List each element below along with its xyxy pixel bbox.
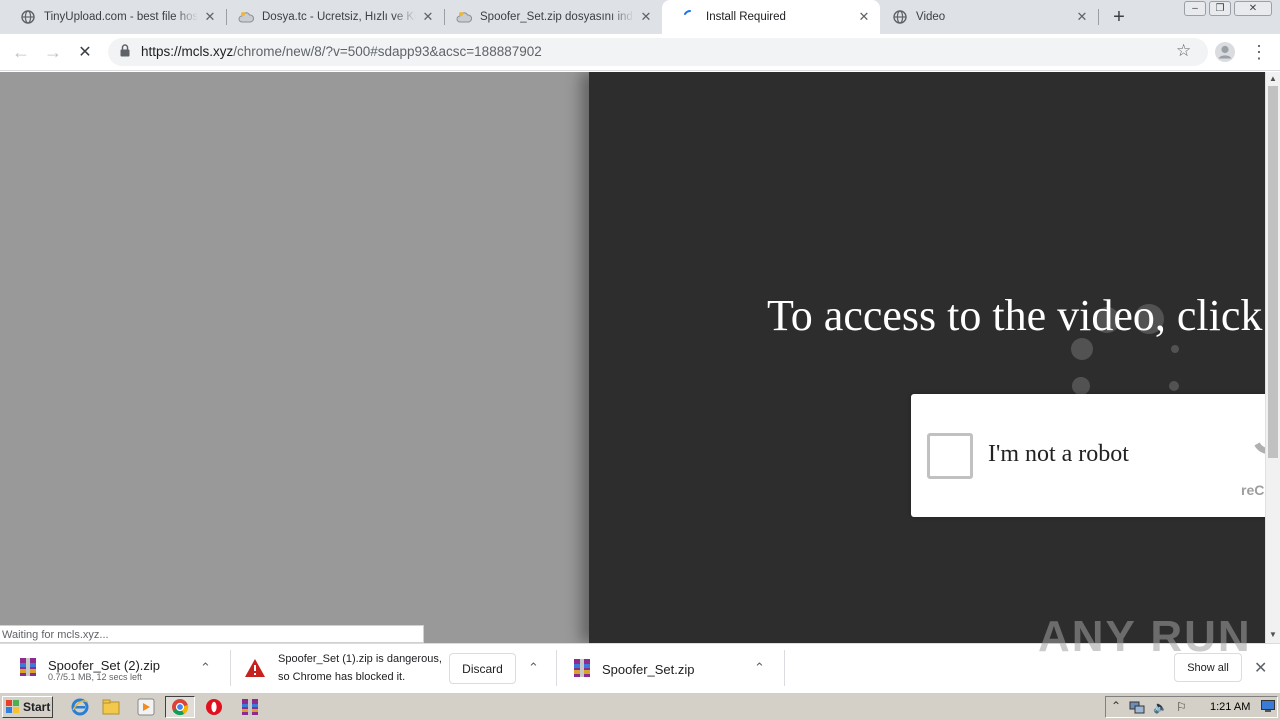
- tab-close-icon[interactable]: ✕: [1074, 9, 1090, 25]
- url-host: https://mcls.xyz: [141, 44, 234, 59]
- cloud-icon: [238, 9, 254, 25]
- download-warning-line1: Spoofer_Set (1).zip is dangerous,: [278, 653, 442, 665]
- tab-tinyupload[interactable]: TinyUpload.com - best file hosting ✕: [0, 0, 226, 34]
- captcha-brand-text: reCAPTCHA: [1241, 482, 1265, 498]
- stop-button[interactable]: ✕: [72, 39, 98, 65]
- status-bubble: Waiting for mcls.xyz...: [0, 625, 424, 643]
- download-shelf: ANY RUN Spoofer_Set (2).zip 0.7/5.1 MB, …: [0, 612, 1280, 692]
- browser-toolbar: ← → ✕ https://mcls.xyz/chrome/new/8/?v=5…: [0, 34, 1280, 71]
- tab-title: TinyUpload.com - best file hosting: [44, 11, 198, 23]
- profile-avatar[interactable]: [1212, 39, 1238, 65]
- scroll-up-arrow-icon[interactable]: ▲: [1269, 74, 1277, 83]
- page-scrollbar[interactable]: ▲ ▼: [1265, 72, 1280, 643]
- opera-icon[interactable]: [204, 697, 224, 717]
- warning-icon: [244, 658, 266, 681]
- windows-taskbar: Start ⌃ 🔈 ⚐ 1:21 AM: [0, 692, 1280, 720]
- action-center-flag-icon[interactable]: ⚐: [1176, 700, 1187, 714]
- network-icon[interactable]: [1129, 700, 1145, 717]
- loading-dot: [1134, 304, 1164, 334]
- tab-strip: TinyUpload.com - best file hosting ✕ Dos…: [0, 0, 1280, 34]
- recaptcha-logo-icon: [1251, 418, 1265, 458]
- download-filename: Spoofer_Set.zip: [602, 662, 695, 677]
- address-bar[interactable]: https://mcls.xyz/chrome/new/8/?v=500#sda…: [108, 38, 1208, 66]
- discard-button[interactable]: Discard: [449, 653, 516, 684]
- tab-divider: [1098, 9, 1099, 25]
- tab-title: Video: [916, 11, 946, 23]
- chevron-up-icon[interactable]: ⌃: [528, 660, 539, 676]
- tray-expand-icon[interactable]: ⌃: [1111, 699, 1121, 713]
- tab-title: Install Required: [706, 11, 786, 23]
- maximize-button[interactable]: ❐: [1209, 1, 1231, 16]
- download-item[interactable]: Spoofer_Set.zip ⌃: [557, 644, 784, 692]
- page-viewport: To access to the video, click I'm not a …: [0, 72, 1265, 643]
- tab-close-icon[interactable]: ✕: [420, 9, 436, 25]
- tab-spoofer-download[interactable]: Spoofer_Set.zip dosyasını indir - Dosya.…: [436, 0, 662, 34]
- scrollbar-thumb[interactable]: [1268, 86, 1278, 458]
- globe-icon: [892, 9, 908, 25]
- menu-kebab-icon[interactable]: ⋮: [1246, 39, 1272, 65]
- download-item[interactable]: Spoofer_Set (2).zip 0.7/5.1 MB, 12 secs …: [0, 644, 230, 692]
- bookmark-star-icon[interactable]: ☆: [1176, 41, 1191, 61]
- cloud-icon: [456, 9, 472, 25]
- tab-close-icon[interactable]: ✕: [638, 9, 654, 25]
- system-clock[interactable]: 1:21 AM: [1210, 701, 1250, 713]
- chevron-up-icon[interactable]: ⌃: [754, 660, 765, 676]
- tab-install-required[interactable]: Install Required ✕: [662, 0, 880, 34]
- loading-dot: [1169, 381, 1179, 391]
- url-text: https://mcls.xyz/chrome/new/8/?v=500#sda…: [141, 44, 542, 59]
- tab-close-icon[interactable]: ✕: [856, 9, 872, 25]
- loading-dot: [1171, 345, 1179, 353]
- captcha-label: I'm not a robot: [988, 441, 1129, 467]
- loading-dot: [1094, 307, 1120, 333]
- page-headline: To access to the video, click: [767, 291, 1263, 340]
- close-shelf-icon[interactable]: ✕: [1254, 658, 1267, 678]
- forward-button[interactable]: →: [40, 39, 66, 65]
- show-desktop-icon[interactable]: [1261, 700, 1275, 715]
- explorer-icon[interactable]: [101, 697, 121, 717]
- close-window-button[interactable]: ✕: [1234, 1, 1272, 16]
- url-path: /chrome/new/8/?v=500#sdapp93&acsc=188887…: [233, 44, 542, 59]
- winrar-icon[interactable]: [238, 697, 262, 717]
- download-filename: Spoofer_Set (2).zip: [48, 658, 161, 673]
- tab-video[interactable]: Video ✕: [872, 0, 1098, 34]
- download-warning-line2: so Chrome has blocked it.: [278, 671, 406, 683]
- recaptcha-widget: I'm not a robot reCAPTCHA: [911, 394, 1265, 517]
- lock-icon: [120, 44, 130, 60]
- globe-icon: [20, 9, 36, 25]
- ie-icon[interactable]: [70, 697, 90, 717]
- video-overlay-panel: To access to the video, click I'm not a …: [589, 72, 1265, 643]
- system-tray: ⌃ 🔈 ⚐ 1:21 AM: [1105, 696, 1278, 718]
- minimize-button[interactable]: –: [1184, 1, 1206, 16]
- show-all-downloads-button[interactable]: Show all: [1174, 653, 1242, 682]
- download-progress-text: 0.7/5.1 MB, 12 secs left: [48, 672, 143, 682]
- chevron-up-icon[interactable]: ⌃: [200, 660, 211, 676]
- tab-title: Dosya.tc - Ücretsiz, Hızlı ve Kolay: [262, 11, 416, 23]
- scroll-down-arrow-icon[interactable]: ▼: [1269, 630, 1277, 639]
- winrar-archive-icon: [18, 656, 38, 681]
- back-button[interactable]: ←: [8, 39, 34, 65]
- start-button[interactable]: Start: [2, 696, 53, 718]
- download-divider: [784, 650, 785, 686]
- windows-logo-icon: [6, 700, 20, 714]
- tab-title: Spoofer_Set.zip dosyasını indir - Dosya.…: [480, 11, 634, 23]
- new-tab-button[interactable]: +: [1108, 6, 1130, 28]
- start-label: Start: [23, 700, 51, 714]
- winrar-archive-icon: [572, 657, 592, 682]
- loading-spinner-icon: [682, 9, 698, 25]
- tab-dosya[interactable]: Dosya.tc - Ücretsiz, Hızlı ve Kolay ✕: [218, 0, 444, 34]
- chrome-icon[interactable]: [165, 696, 195, 718]
- media-player-icon[interactable]: [136, 697, 156, 717]
- captcha-checkbox[interactable]: [927, 433, 973, 479]
- tab-close-icon[interactable]: ✕: [202, 9, 218, 25]
- volume-icon[interactable]: 🔈: [1153, 700, 1168, 714]
- loading-dot: [1072, 377, 1090, 395]
- loading-dot: [1071, 338, 1093, 360]
